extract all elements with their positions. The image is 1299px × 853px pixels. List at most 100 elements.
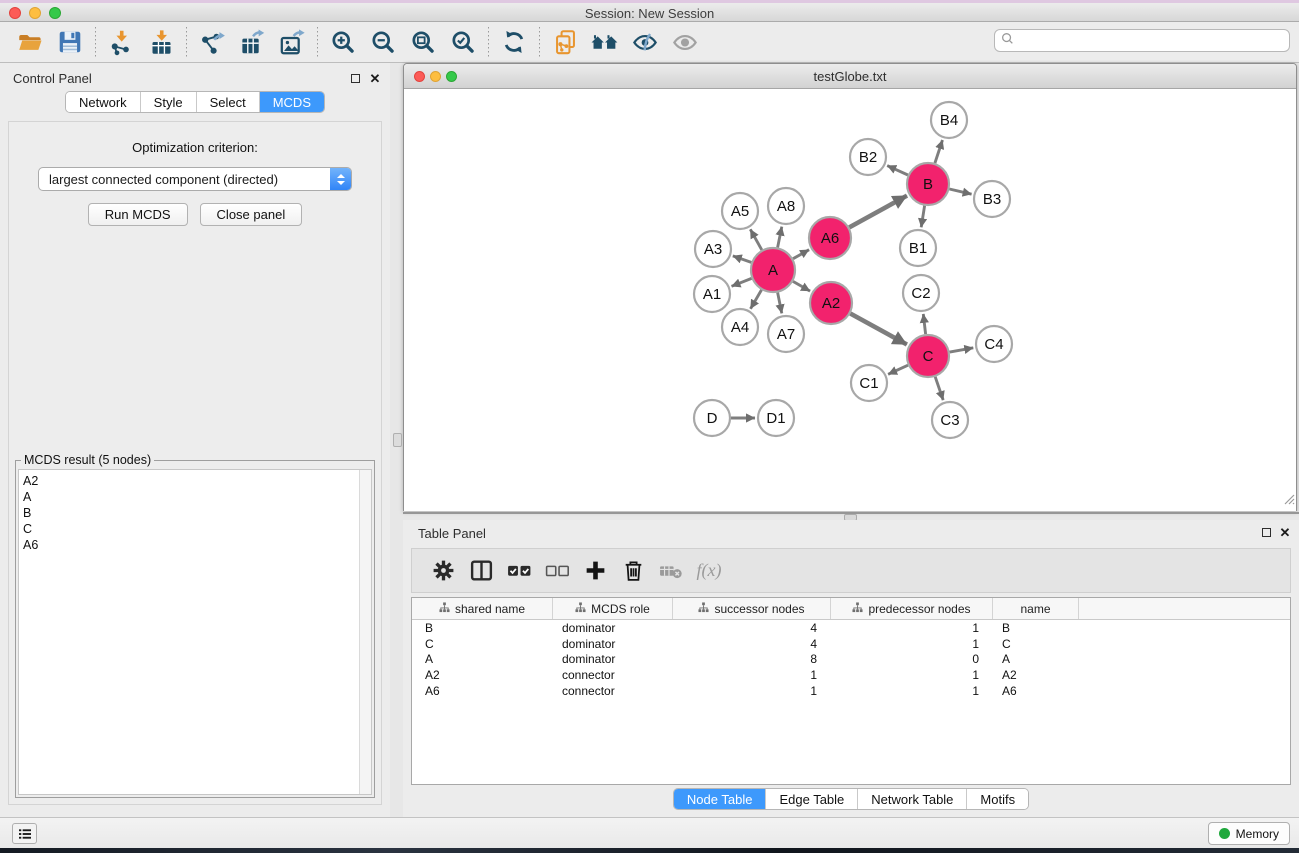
- node-A1[interactable]: A1: [694, 276, 730, 312]
- network-window-titlebar[interactable]: testGlobe.txt: [404, 64, 1296, 89]
- export-image-button[interactable]: [272, 25, 312, 59]
- export-table-button[interactable]: [232, 25, 272, 59]
- edge-A-A1[interactable]: [732, 278, 752, 286]
- search-field[interactable]: [994, 29, 1290, 52]
- table-row[interactable]: Cdominator41C: [412, 636, 1290, 652]
- close-table-panel-button[interactable]: ✕: [1278, 525, 1292, 539]
- table-row[interactable]: Bdominator41B: [412, 620, 1290, 636]
- column-header-successor-nodes[interactable]: successor nodes: [673, 598, 831, 619]
- column-header-name[interactable]: name: [993, 598, 1079, 619]
- node-A4[interactable]: A4: [722, 309, 758, 345]
- node-C3[interactable]: C3: [932, 402, 968, 438]
- node-A8[interactable]: A8: [768, 188, 804, 224]
- node-D1[interactable]: D1: [758, 400, 794, 436]
- edge-B-B1[interactable]: [921, 206, 924, 228]
- edge-B-B3[interactable]: [949, 189, 971, 194]
- import-table-button[interactable]: [141, 25, 181, 59]
- criterion-dropdown[interactable]: largest connected component (directed): [38, 167, 352, 191]
- edge-A6-B[interactable]: [849, 196, 907, 228]
- node-table[interactable]: shared nameMCDS rolesuccessor nodesprede…: [411, 597, 1291, 785]
- column-visibility-button[interactable]: [462, 553, 500, 589]
- result-item[interactable]: A: [23, 489, 371, 505]
- edge-A2-C[interactable]: [850, 314, 907, 345]
- close-panel-button[interactable]: ✕: [368, 71, 382, 85]
- vertical-split-grip[interactable]: [393, 433, 402, 447]
- column-header-shared-name[interactable]: shared name: [412, 598, 553, 619]
- edge-A-A6[interactable]: [793, 250, 809, 259]
- node-B[interactable]: B: [907, 163, 949, 205]
- run-mcds-button[interactable]: Run MCDS: [88, 203, 188, 226]
- result-item[interactable]: C: [23, 521, 371, 537]
- add-column-button[interactable]: [576, 553, 614, 589]
- network-canvas[interactable]: A A1 A2 A3 A4 A5 A6 A7 A8 B B1 B2 B3 B4 C C1 C2 C3 C4 D D1: [404, 89, 1296, 511]
- delete-column-button[interactable]: [614, 553, 652, 589]
- zoom-out-button[interactable]: [363, 25, 403, 59]
- search-input[interactable]: [1018, 34, 1283, 48]
- edge-A-A2[interactable]: [793, 281, 810, 291]
- zoom-in-button[interactable]: [323, 25, 363, 59]
- tab-motifs[interactable]: Motifs: [966, 789, 1028, 809]
- result-item[interactable]: A2: [23, 473, 371, 489]
- table-row[interactable]: A2connector11A2: [412, 667, 1290, 683]
- home-button[interactable]: [585, 25, 625, 59]
- node-A5[interactable]: A5: [722, 193, 758, 229]
- float-table-panel-button[interactable]: [1259, 525, 1273, 539]
- mcds-result-list[interactable]: A2ABCA6: [18, 469, 372, 795]
- node-A2[interactable]: A2: [810, 282, 852, 324]
- edge-A-A8[interactable]: [778, 227, 782, 248]
- zoom-fit-button[interactable]: [403, 25, 443, 59]
- table-row[interactable]: A6connector11A6: [412, 683, 1290, 699]
- save-session-button[interactable]: [50, 25, 90, 59]
- node-A6[interactable]: A6: [809, 217, 851, 259]
- edge-A-A7[interactable]: [778, 293, 782, 314]
- export-network-button[interactable]: [192, 25, 232, 59]
- edge-B-B2[interactable]: [887, 166, 908, 175]
- node-C4[interactable]: C4: [976, 326, 1012, 362]
- tab-edge-table[interactable]: Edge Table: [765, 789, 857, 809]
- deselect-all-button[interactable]: [538, 553, 576, 589]
- node-B4[interactable]: B4: [931, 102, 967, 138]
- edge-B-B4[interactable]: [935, 140, 943, 163]
- tab-style[interactable]: Style: [140, 92, 196, 112]
- node-B3[interactable]: B3: [974, 181, 1010, 217]
- edge-C-C4[interactable]: [950, 348, 974, 352]
- node-D[interactable]: D: [694, 400, 730, 436]
- float-panel-button[interactable]: [348, 71, 362, 85]
- column-header-predecessor-nodes[interactable]: predecessor nodes: [831, 598, 993, 619]
- table-settings-button[interactable]: [424, 553, 462, 589]
- zoom-selected-button[interactable]: [443, 25, 483, 59]
- table-row[interactable]: Adominator80A: [412, 651, 1290, 667]
- network-graph[interactable]: A A1 A2 A3 A4 A5 A6 A7 A8 B B1 B2 B3 B4 C C1 C2 C3 C4 D D1: [404, 89, 1296, 511]
- node-A7[interactable]: A7: [768, 316, 804, 352]
- edge-C-C2[interactable]: [923, 314, 925, 334]
- edge-A-A3[interactable]: [733, 256, 752, 263]
- node-A3[interactable]: A3: [695, 231, 731, 267]
- node-B2[interactable]: B2: [850, 139, 886, 175]
- column-header-MCDS-role[interactable]: MCDS role: [553, 598, 673, 619]
- memory-button[interactable]: Memory: [1208, 822, 1290, 845]
- node-C2[interactable]: C2: [903, 275, 939, 311]
- node-C[interactable]: C: [907, 335, 949, 377]
- hide-details-button[interactable]: [625, 25, 665, 59]
- result-item[interactable]: B: [23, 505, 371, 521]
- edge-A-A5[interactable]: [750, 229, 762, 250]
- result-list-scrollbar[interactable]: [359, 470, 371, 794]
- refresh-button[interactable]: [494, 25, 534, 59]
- clone-network-button[interactable]: [545, 25, 585, 59]
- node-C1[interactable]: C1: [851, 365, 887, 401]
- node-B1[interactable]: B1: [900, 230, 936, 266]
- tab-mcds[interactable]: MCDS: [259, 92, 324, 112]
- tab-node-table[interactable]: Node Table: [674, 789, 766, 809]
- tab-select[interactable]: Select: [196, 92, 259, 112]
- open-file-button[interactable]: [10, 25, 50, 59]
- result-item[interactable]: A6: [23, 537, 371, 553]
- edge-A-A4[interactable]: [751, 290, 762, 309]
- edge-C-C3[interactable]: [935, 377, 943, 400]
- resize-grip-icon[interactable]: [1281, 491, 1295, 510]
- select-all-button[interactable]: [500, 553, 538, 589]
- node-A[interactable]: A: [751, 248, 795, 292]
- tab-network[interactable]: Network: [66, 92, 140, 112]
- close-panel-button-mcds[interactable]: Close panel: [200, 203, 303, 226]
- edge-C-C1[interactable]: [888, 365, 908, 374]
- tab-network-table[interactable]: Network Table: [857, 789, 966, 809]
